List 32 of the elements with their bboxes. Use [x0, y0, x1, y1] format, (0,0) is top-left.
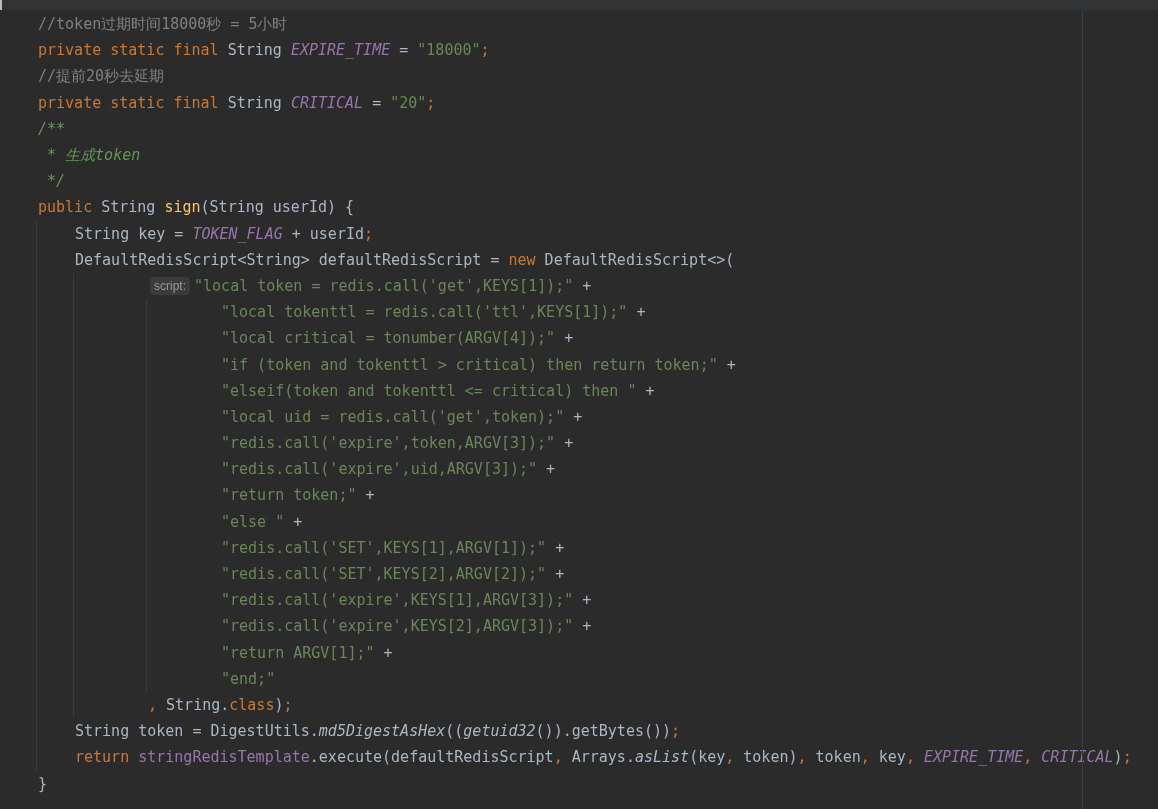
code-line: //提前20秒去延期	[38, 66, 165, 86]
code-line: "local tokenttl = redis.call('ttl',KEYS[1]);" +	[221, 303, 646, 322]
code-line: "else " +	[221, 512, 303, 531]
code-line: , String.class);	[148, 695, 293, 714]
code-line: "return ARGV[1];" +	[221, 643, 393, 662]
code-line: /**	[38, 119, 66, 138]
code-line: "redis.call('SET',KEYS[1],ARGV[1]);" +	[221, 538, 565, 557]
code-line: "if (token and tokenttl > critical) then return token;" +	[221, 355, 736, 374]
code-line: * 生成token	[46, 145, 141, 165]
code-line: "redis.call('expire',token,ARGV[3]);" +	[221, 434, 574, 453]
code-line: "return token;" +	[221, 486, 375, 505]
code-line: //token过期时间18000秒 = 5小时	[38, 14, 288, 34]
code-line: private static final String CRITICAL = "20";	[38, 93, 436, 112]
code-line: return stringRedisTemplate.execute(defaultRedisScript, Arrays.asList(key, token), token, key, EXPIRE_TIME, CRITICAL);	[75, 748, 1132, 767]
code-line: "local critical = tonumber(ARGV[4]);" +	[221, 329, 574, 348]
code-line: private static final String EXPIRE_TIME = "18000";	[38, 41, 490, 60]
code-line: */	[46, 172, 66, 191]
code-line: "redis.call('expire',KEYS[2],ARGV[3]);" +	[221, 617, 592, 636]
code-line: "end;"	[221, 669, 276, 688]
code-line: DefaultRedisScript<String> defaultRedisScript = new DefaultRedisScript<>(	[75, 250, 735, 269]
parameter-hint: script:	[150, 276, 190, 295]
code-line: "local token = redis.call('get',KEYS[1]);" +	[194, 276, 592, 295]
code-line: }	[38, 774, 48, 793]
code-line: String key = TOKEN_FLAG + userId;	[75, 224, 374, 243]
code-line: "local uid = redis.call('get',token);" +	[221, 407, 583, 426]
code-line: "elseif(token and tokenttl <= critical) then " +	[221, 381, 655, 400]
code-editor[interactable]	[0, 0, 1158, 809]
code-line: public String sign(String userId) {	[38, 198, 355, 217]
code-line: "redis.call('SET',KEYS[2],ARGV[2]);" +	[221, 565, 565, 584]
code-line: "redis.call('expire',KEYS[1],ARGV[3]);" +	[221, 591, 592, 610]
code-line: String token = DigestUtils.md5DigestAsHex((getuid32()).getBytes());	[75, 722, 681, 741]
code-line: "redis.call('expire',uid,ARGV[3]);" +	[221, 460, 556, 479]
